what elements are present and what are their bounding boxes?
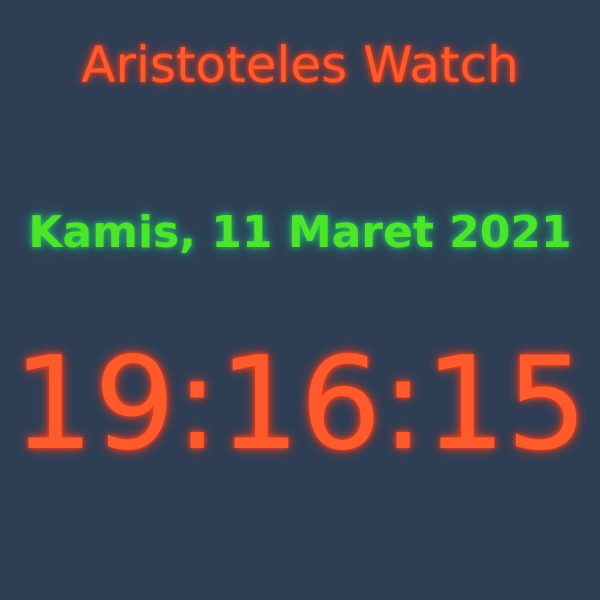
- date-display: Kamis, 11 Maret 2021: [28, 207, 572, 258]
- time-display: 19:16:15: [12, 330, 588, 479]
- watch-title: Aristoteles Watch: [81, 36, 519, 94]
- watch-screen: Aristoteles Watch Kamis, 11 Maret 2021 1…: [0, 0, 600, 600]
